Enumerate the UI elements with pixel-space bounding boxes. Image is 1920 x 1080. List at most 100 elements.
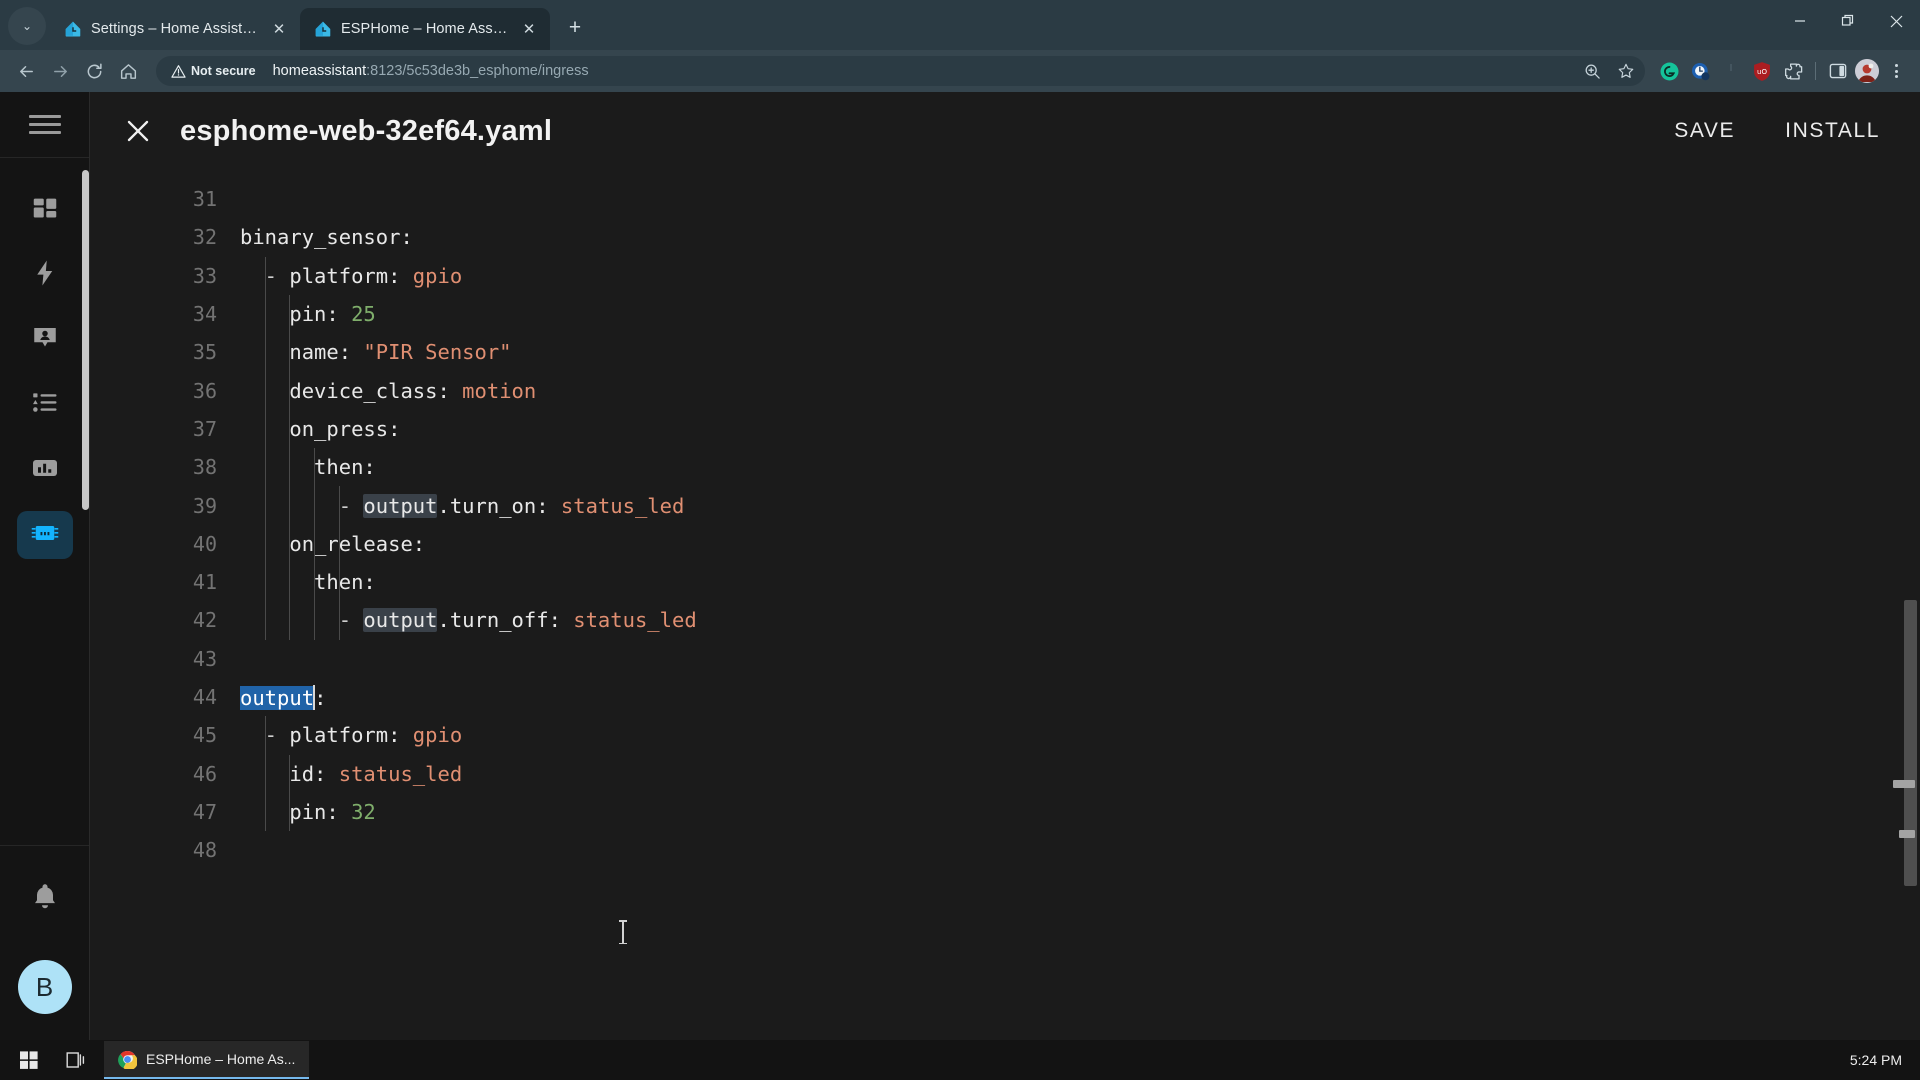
code-line[interactable]: 35 name: "PIR Sensor" bbox=[90, 333, 1920, 371]
home-assistant-favicon-icon bbox=[315, 21, 331, 37]
yaml-code-editor[interactable]: 31 32 binary_sensor: 33 - platform: gpio 34 … bbox=[90, 170, 1920, 1040]
code-line[interactable]: 36 device_class: motion bbox=[90, 371, 1920, 409]
line-number: 46 bbox=[192, 761, 217, 786]
code-token: platform: bbox=[289, 723, 413, 748]
code-text: device_class: motion bbox=[240, 379, 1920, 403]
sidebar-footer: B bbox=[0, 845, 89, 1040]
install-button[interactable]: INSTALL bbox=[1771, 111, 1894, 151]
code-line[interactable]: 45 - platform: gpio bbox=[90, 716, 1920, 754]
bookmark-star-icon[interactable] bbox=[1613, 58, 1639, 84]
code-text: name: "PIR Sensor" bbox=[240, 340, 1920, 364]
extensions-puzzle-icon[interactable] bbox=[1779, 57, 1807, 85]
code-token: .turn_off: bbox=[437, 608, 574, 633]
code-line[interactable]: 34 pin: 25 bbox=[90, 295, 1920, 333]
code-text: pin: 32 bbox=[240, 800, 1920, 824]
code-token: - bbox=[240, 608, 364, 633]
sidebar-item-logbook[interactable] bbox=[17, 381, 73, 429]
hamburger-menu-icon[interactable] bbox=[28, 115, 61, 134]
line-number: 43 bbox=[192, 646, 217, 671]
code-token: on_release: bbox=[240, 531, 426, 556]
code-line[interactable]: 39 - output.turn_on: status_led bbox=[90, 486, 1920, 524]
windows-start-icon[interactable] bbox=[6, 1040, 52, 1080]
code-line[interactable]: 41 then: bbox=[90, 563, 1920, 601]
logbook-list-icon bbox=[30, 388, 60, 423]
minimize-window-button[interactable] bbox=[1776, 0, 1824, 42]
tab-close-icon[interactable]: ✕ bbox=[268, 18, 290, 40]
chip-icon bbox=[30, 518, 60, 553]
sidebar-item-history[interactable] bbox=[17, 446, 73, 494]
code-token: pin: bbox=[240, 302, 352, 327]
address-bar[interactable]: Not secure homeassistant:8123/5c53de3b_e… bbox=[156, 56, 1645, 86]
code-token: pin: bbox=[240, 799, 352, 824]
code-line[interactable]: 40 on_release: bbox=[90, 525, 1920, 563]
taskbar-clock: 5:24 PM bbox=[1849, 1052, 1902, 1068]
code-text: - platform: gpio bbox=[240, 264, 1920, 288]
user-avatar[interactable]: B bbox=[17, 960, 72, 1014]
task-view-icon[interactable] bbox=[52, 1040, 98, 1080]
chrome-menu-icon[interactable] bbox=[1882, 57, 1910, 85]
code-line[interactable]: 44 output: bbox=[90, 678, 1920, 716]
save-button[interactable]: SAVE bbox=[1660, 111, 1749, 151]
code-line[interactable]: 48 bbox=[90, 831, 1920, 869]
extension-icons: uO bbox=[1655, 57, 1910, 85]
code-line[interactable]: 42 - output.turn_off: status_led bbox=[90, 601, 1920, 639]
code-line[interactable]: 31 bbox=[90, 180, 1920, 218]
sidebar-scrollbar[interactable] bbox=[82, 170, 89, 510]
line-number: 37 bbox=[192, 416, 217, 441]
line-number: 32 bbox=[192, 225, 217, 250]
code-text: then: bbox=[240, 455, 1920, 479]
browser-tab-settings[interactable]: Settings – Home Assistant ✕ bbox=[50, 8, 300, 50]
side-panel-icon[interactable] bbox=[1824, 57, 1852, 85]
zoom-magnifier-icon[interactable] bbox=[1579, 58, 1605, 84]
editor-scrollbar-track[interactable] bbox=[1893, 170, 1920, 1040]
sidebar-item-map[interactable] bbox=[17, 316, 73, 364]
code-line[interactable]: 47 pin: 32 bbox=[90, 793, 1920, 831]
line-number: 45 bbox=[192, 723, 217, 748]
sidebar-item-energy[interactable] bbox=[17, 251, 73, 299]
code-token: device_class: bbox=[240, 378, 463, 403]
ublock-origin-icon[interactable]: uO bbox=[1748, 57, 1776, 85]
code-line[interactable]: 38 then: bbox=[90, 448, 1920, 486]
sidebar-item-notifications[interactable] bbox=[17, 874, 73, 922]
reload-button-icon[interactable] bbox=[78, 55, 110, 87]
editor-scrollbar-thumb[interactable] bbox=[1904, 600, 1917, 886]
line-number: 41 bbox=[192, 570, 217, 595]
chrome-profile-avatar[interactable] bbox=[1855, 59, 1879, 83]
grammarly-extension-icon[interactable] bbox=[1655, 57, 1683, 85]
restore-window-button[interactable] bbox=[1824, 0, 1872, 42]
code-token: 32 bbox=[351, 799, 376, 824]
code-token: then: bbox=[240, 455, 376, 480]
code-token: output bbox=[363, 608, 438, 633]
code-line[interactable]: 46 id: status_led bbox=[90, 754, 1920, 792]
close-window-button[interactable] bbox=[1872, 0, 1920, 42]
code-line[interactable]: 32 binary_sensor: bbox=[90, 218, 1920, 256]
code-line[interactable]: 33 - platform: gpio bbox=[90, 257, 1920, 295]
browser-tab-esphome[interactable]: ESPHome – Home Assistant ✕ bbox=[300, 8, 550, 50]
address-bar-url[interactable]: homeassistant:8123/5c53de3b_esphome/ingr… bbox=[273, 63, 1571, 79]
clock-extension-icon[interactable] bbox=[1686, 57, 1714, 85]
home-button-icon[interactable] bbox=[112, 55, 144, 87]
code-token: motion bbox=[462, 378, 537, 403]
spacer-icon bbox=[1717, 57, 1745, 85]
sidebar-item-overview[interactable] bbox=[17, 186, 73, 234]
toolbar-divider bbox=[1815, 62, 1816, 80]
code-line[interactable]: 37 on_press: bbox=[90, 410, 1920, 448]
tab-strip: ⌄ Settings – Home Assistant ✕ ESPHome – … bbox=[0, 0, 1920, 50]
tab-search-chevron-icon[interactable]: ⌄ bbox=[8, 7, 46, 45]
forward-button-icon[interactable] bbox=[44, 55, 76, 87]
new-tab-button[interactable]: + bbox=[558, 11, 592, 45]
code-token: 25 bbox=[351, 302, 376, 327]
windows-taskbar: ESPHome – Home As... 5:24 PM bbox=[0, 1040, 1920, 1080]
window-controls bbox=[1776, 0, 1920, 42]
code-line[interactable]: 43 bbox=[90, 640, 1920, 678]
close-x-icon[interactable] bbox=[118, 111, 158, 151]
security-status-chip[interactable]: Not secure bbox=[166, 61, 265, 82]
line-number: 40 bbox=[192, 531, 217, 556]
back-button-icon[interactable] bbox=[10, 55, 42, 87]
browser-tab-title: Settings – Home Assistant bbox=[91, 21, 259, 37]
taskbar-item-chrome[interactable]: ESPHome – Home As... bbox=[104, 1041, 310, 1079]
sidebar-item-esphome[interactable] bbox=[16, 511, 73, 559]
line-number: 47 bbox=[192, 799, 217, 824]
scrollbar-marker bbox=[1899, 830, 1915, 838]
tab-close-icon[interactable]: ✕ bbox=[518, 18, 540, 40]
